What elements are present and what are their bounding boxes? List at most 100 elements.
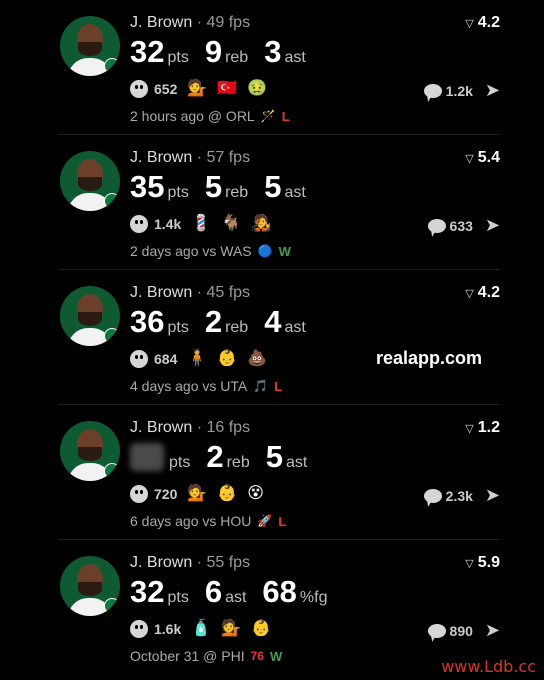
blurred-points	[130, 443, 164, 471]
reaction-count: 1.6k	[154, 621, 182, 637]
player-avatar[interactable]	[60, 286, 120, 346]
comments-share: 890 ➤	[427, 620, 500, 641]
player-name-line: J. Brown · 49 fps	[130, 14, 250, 32]
reaction-emoji[interactable]: 🧑‍🎤	[251, 215, 271, 233]
player-name[interactable]: J. Brown	[130, 284, 192, 301]
site-watermark: www.Ldb.cc	[441, 657, 536, 676]
player-avatar[interactable]	[60, 421, 120, 481]
vote-icon: ▽	[465, 153, 474, 165]
reaction-emoji[interactable]: 💁	[187, 485, 207, 503]
reaction-emoji[interactable]: 😵	[247, 485, 264, 503]
reaction-emoji[interactable]: 💩	[247, 350, 267, 368]
feed-card[interactable]: J. Brown · 45 fps ▽ 4.2 36 pts 2 reb 4 ast 6…	[58, 270, 500, 405]
player-avatar[interactable]	[60, 16, 120, 76]
fps-value: · 49 fps	[196, 14, 251, 31]
stat-line: pts 2 reb 5 ast	[130, 439, 323, 475]
vote-icon: ▽	[465, 558, 474, 570]
reaction-smiley-icon[interactable]	[130, 620, 148, 638]
comment-count[interactable]: 1.2k	[446, 83, 473, 99]
reaction-smiley-icon[interactable]	[130, 215, 148, 233]
reaction-emoji[interactable]: 💈	[191, 215, 211, 233]
reaction-smiley-icon[interactable]	[130, 350, 148, 368]
share-icon[interactable]: ➤	[485, 215, 500, 236]
reaction-emoji[interactable]: 🤢	[247, 80, 267, 98]
reactions-row: 1.6k 🧴 💁 👶	[130, 620, 271, 638]
player-name-line: J. Brown · 57 fps	[130, 149, 250, 167]
game-info: 2 hours ago @ ORL 🪄 L	[130, 108, 290, 124]
stat-item: 68 %fg	[262, 574, 328, 609]
stat-item: 5 ast	[264, 169, 306, 204]
game-result: L	[278, 513, 287, 529]
comment-count[interactable]: 890	[450, 623, 473, 639]
feed-list: J. Brown · 49 fps ▽ 4.2 32 pts 9 reb 3 ast 6…	[0, 0, 544, 674]
share-icon[interactable]: ➤	[485, 620, 500, 641]
score-badge[interactable]: ▽ 4.2	[465, 284, 500, 302]
game-info: 4 days ago vs UTA 🎵 L	[130, 378, 282, 394]
game-text: October 31 @ PHI	[130, 648, 245, 664]
player-name-line: J. Brown · 45 fps	[130, 284, 250, 302]
stat-item: pts	[130, 439, 190, 472]
player-name[interactable]: J. Brown	[130, 554, 192, 571]
comment-count[interactable]: 2.3k	[446, 488, 473, 504]
fps-value: · 55 fps	[196, 554, 251, 571]
stat-line: 36 pts 2 reb 4 ast	[130, 304, 322, 340]
comment-icon[interactable]	[427, 623, 446, 638]
reaction-emoji[interactable]: 👶	[251, 620, 271, 638]
score-value: 1.2	[477, 419, 500, 436]
comment-count[interactable]: 633	[450, 218, 473, 234]
comment-icon[interactable]	[423, 83, 442, 98]
reaction-emoji[interactable]: 🇹🇷	[217, 80, 237, 98]
player-avatar[interactable]	[60, 151, 120, 211]
game-info: 6 days ago vs HOU 🚀 L	[130, 513, 286, 529]
stat-item: 32 pts	[130, 574, 189, 609]
score-value: 4.2	[477, 284, 500, 301]
reaction-count: 684	[154, 351, 178, 367]
reaction-emoji[interactable]: 💁	[221, 620, 241, 638]
reaction-emoji[interactable]: 🧴	[191, 620, 211, 638]
feed-card[interactable]: J. Brown · 57 fps ▽ 5.4 35 pts 5 reb 5 ast 1…	[58, 135, 500, 270]
game-text: 2 days ago vs WAS	[130, 243, 252, 259]
opponent-logo-icon: 🚀	[257, 514, 273, 528]
comment-icon[interactable]	[427, 218, 446, 233]
share-icon[interactable]: ➤	[485, 80, 500, 101]
stat-line: 32 pts 6 ast 68 %fg	[130, 574, 343, 610]
team-logo-icon	[104, 463, 120, 479]
game-info: 2 days ago vs WAS 🔵 W	[130, 243, 291, 259]
opponent-logo-icon: 🪄	[260, 109, 276, 123]
realapp-watermark: realapp.com	[375, 348, 482, 368]
score-value: 5.4	[477, 149, 500, 166]
reaction-emoji[interactable]: 🧍	[187, 350, 207, 368]
reaction-count: 652	[154, 81, 178, 97]
stat-item: 4 ast	[264, 304, 306, 339]
reaction-emoji[interactable]: 👶	[217, 350, 237, 368]
game-text: 6 days ago vs HOU	[130, 513, 252, 529]
reaction-emoji[interactable]: 💁	[187, 80, 207, 98]
stat-item: 2 reb	[204, 304, 249, 339]
fps-value: · 16 fps	[196, 419, 251, 436]
vote-icon: ▽	[465, 288, 474, 300]
feed-card[interactable]: J. Brown · 16 fps ▽ 1.2 pts 2 reb 5 ast 720…	[58, 405, 500, 540]
reaction-emoji[interactable]: 👶	[217, 485, 237, 503]
player-avatar[interactable]	[60, 556, 120, 616]
stat-line: 32 pts 9 reb 3 ast	[130, 34, 322, 70]
stat-item: 32 pts	[130, 34, 189, 69]
score-badge[interactable]: ▽ 5.9	[465, 554, 500, 572]
share-icon[interactable]: ➤	[485, 485, 500, 506]
player-name[interactable]: J. Brown	[130, 419, 192, 436]
reaction-emoji[interactable]: 🐐	[221, 215, 241, 233]
score-badge[interactable]: ▽ 4.2	[465, 14, 500, 32]
team-logo-icon	[104, 598, 120, 614]
player-name[interactable]: J. Brown	[130, 149, 192, 166]
reaction-smiley-icon[interactable]	[130, 80, 148, 98]
reactions-row: 1.4k 💈 🐐 🧑‍🎤	[130, 215, 271, 233]
feed-card[interactable]: J. Brown · 55 fps ▽ 5.9 32 pts 6 ast 68 %fg …	[58, 540, 500, 674]
game-text: 4 days ago vs UTA	[130, 378, 248, 394]
score-value: 4.2	[477, 14, 500, 31]
comment-icon[interactable]	[423, 488, 442, 503]
reaction-smiley-icon[interactable]	[130, 485, 148, 503]
feed-card[interactable]: J. Brown · 49 fps ▽ 4.2 32 pts 9 reb 3 ast 6…	[58, 0, 500, 135]
score-badge[interactable]: ▽ 5.4	[465, 149, 500, 167]
score-badge[interactable]: ▽ 1.2	[465, 419, 500, 437]
player-name[interactable]: J. Brown	[130, 14, 192, 31]
stat-item: 36 pts	[130, 304, 189, 339]
